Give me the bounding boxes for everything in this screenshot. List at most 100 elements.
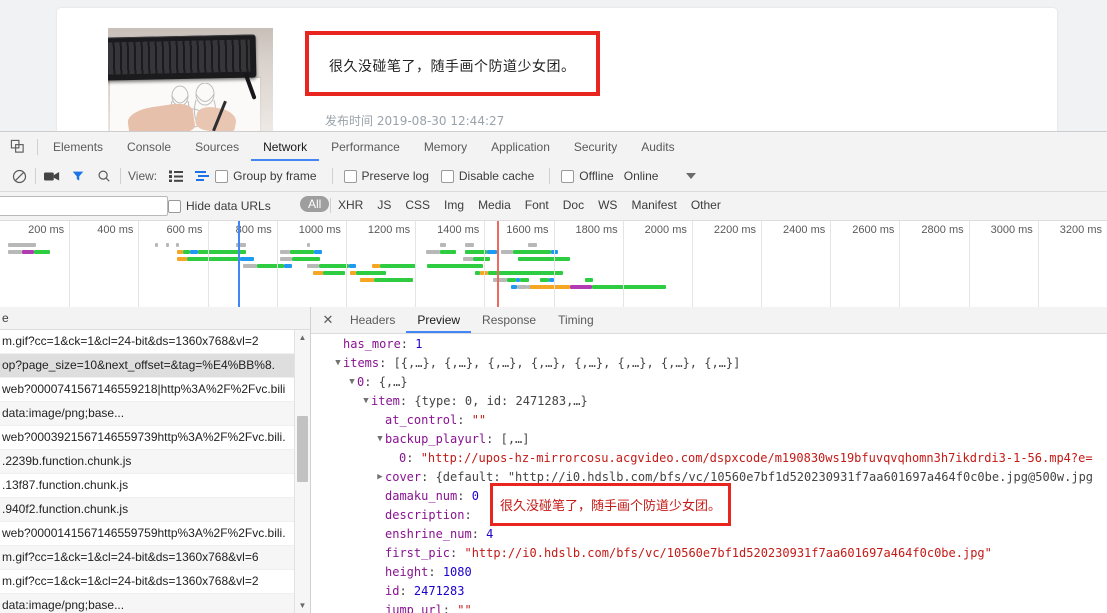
requests-name-column-header[interactable]: e [0, 307, 310, 330]
group-by-frame-checkbox[interactable] [215, 169, 229, 183]
request-row[interactable]: data:image/png;base... [0, 594, 310, 613]
tab-sources[interactable]: Sources [183, 133, 251, 161]
json-line[interactable]: description: [311, 506, 1107, 525]
preserve-log-control[interactable]: Preserve log [343, 169, 441, 183]
request-row[interactable]: op?page_size=10&next_offset=&tag=%E4%BB%… [0, 354, 310, 378]
request-row[interactable]: web?0000741567146559218|http%3A%2F%2Fvc.… [0, 378, 310, 402]
request-row[interactable]: .2239b.function.chunk.js [0, 450, 310, 474]
filter-type-ws[interactable]: WS [598, 198, 617, 212]
scroll-down-icon[interactable]: ▼ [295, 598, 310, 613]
waterfall-view-icon[interactable] [189, 164, 215, 188]
filter-input[interactable]: er [0, 196, 168, 216]
json-preview-tree[interactable]: has_more: 1 ▼ items: [{,…}, {,…}, {,…}, {,… [311, 335, 1107, 613]
request-row[interactable]: data:image/png;base... [0, 402, 310, 426]
filter-type-font[interactable]: Font [525, 198, 549, 212]
offline-checkbox[interactable] [561, 169, 575, 183]
request-row[interactable]: .13f87.function.chunk.js [0, 474, 310, 498]
inspect-element-icon[interactable] [0, 133, 34, 161]
load-event-line [497, 221, 499, 307]
preserve-log-label[interactable]: Preserve log [362, 169, 429, 183]
request-row[interactable]: m.gif?cc=1&ck=1&cl=24-bit&ds=1360x768&vl… [0, 570, 310, 594]
hide-data-urls-control[interactable]: Hide data URLs [168, 199, 283, 213]
requests-scrollbar[interactable]: ▲ ▼ [294, 330, 310, 613]
json-line[interactable]: jump_url: "" [311, 601, 1107, 613]
search-icon[interactable] [91, 164, 117, 188]
scroll-up-icon[interactable]: ▲ [295, 330, 310, 345]
tab-elements[interactable]: Elements [41, 133, 115, 161]
filter-type-media[interactable]: Media [478, 198, 511, 212]
tab-application[interactable]: Application [479, 133, 562, 161]
group-by-frame-label[interactable]: Group by frame [233, 169, 316, 183]
clear-icon[interactable] [6, 164, 32, 188]
expanded-triangle-icon[interactable]: ▼ [333, 354, 343, 373]
overview-request-bar [592, 285, 666, 289]
json-line[interactable]: height: 1080 [311, 563, 1107, 582]
json-line[interactable]: damaku_num: 0 [311, 487, 1107, 506]
detail-tab-timing[interactable]: Timing [547, 307, 605, 333]
detail-tab-preview[interactable]: Preview [406, 307, 471, 333]
json-separator: : [486, 432, 501, 446]
offline-label[interactable]: Offline [579, 169, 613, 183]
overview-request-bar [292, 257, 320, 261]
json-line[interactable]: id: 2471283 [311, 582, 1107, 601]
overview-tick-label: 2400 ms [783, 224, 826, 236]
filter-icon[interactable] [65, 164, 91, 188]
disable-cache-label[interactable]: Disable cache [459, 169, 534, 183]
json-line[interactable]: ▼ 0: {,…} [311, 373, 1107, 392]
video-thumbnail[interactable] [108, 28, 273, 131]
tab-security[interactable]: Security [562, 133, 629, 161]
filter-type-js[interactable]: JS [377, 198, 391, 212]
json-line[interactable]: at_control: "" [311, 411, 1107, 430]
record-icon[interactable] [39, 164, 65, 188]
hide-data-urls-label[interactable]: Hide data URLs [186, 199, 271, 213]
filter-all-pill[interactable]: All [300, 196, 330, 212]
json-line[interactable]: 0: "http://upos-hz-mirrorcosu.acgvideo.c… [311, 449, 1107, 468]
json-value: 4 [486, 527, 494, 541]
json-line[interactable]: ▼ items: [{,…}, {,…}, {,…}, {,…}, {,…}, {… [311, 354, 1107, 373]
filter-type-xhr[interactable]: XHR [338, 198, 363, 212]
list-view-icon[interactable] [163, 164, 189, 188]
overview-tick-label: 2000 ms [644, 224, 687, 236]
json-line[interactable]: first_pic: "http://i0.hdslb.com/bfs/vc/1… [311, 544, 1107, 563]
json-line[interactable]: ▼ item: {type: 0, id: 2471283,…} [311, 392, 1107, 411]
group-by-frame-control[interactable]: Group by frame [215, 169, 328, 183]
throttling-select[interactable]: Online [624, 169, 659, 183]
json-line[interactable]: ▶ cover: {default: "http://i0.hdslb.com/b… [311, 468, 1107, 487]
json-line[interactable]: enshrine_num: 4 [311, 525, 1107, 544]
json-line[interactable]: has_more: 1 [311, 335, 1107, 354]
scrollbar-thumb[interactable] [297, 416, 308, 482]
tab-network[interactable]: Network [251, 133, 319, 161]
overview-gridline [207, 221, 209, 307]
tab-memory[interactable]: Memory [412, 133, 479, 161]
detail-tab-headers[interactable]: Headers [339, 307, 406, 333]
request-row[interactable]: .940f2.function.chunk.js [0, 498, 310, 522]
disable-cache-checkbox[interactable] [440, 169, 454, 183]
request-row[interactable]: web?0003921567146559739http%3A%2F%2Fvc.b… [0, 426, 310, 450]
expanded-triangle-icon[interactable]: ▼ [347, 373, 357, 392]
tab-audits[interactable]: Audits [629, 133, 686, 161]
offline-control[interactable]: Offline [561, 169, 619, 183]
tab-performance[interactable]: Performance [319, 133, 412, 161]
chevron-down-icon[interactable] [686, 173, 697, 179]
preserve-log-checkbox[interactable] [343, 169, 357, 183]
filter-type-other[interactable]: Other [691, 198, 721, 212]
request-row[interactable]: m.gif?cc=1&ck=1&cl=24-bit&ds=1360x768&vl… [0, 330, 310, 354]
overview-tick-label: 1200 ms [367, 224, 411, 236]
network-overview-timeline[interactable]: 200 ms 400 ms 600 ms 800 ms 1000 ms 1200 ms 14… [0, 221, 1107, 308]
expanded-triangle-icon[interactable]: ▼ [361, 392, 371, 411]
request-row[interactable]: m.gif?cc=1&ck=1&cl=24-bit&ds=1360x768&vl… [0, 546, 310, 570]
tab-console[interactable]: Console [115, 133, 183, 161]
json-line[interactable]: ▼ backup_playurl: [,…] [311, 430, 1107, 449]
filter-type-css[interactable]: CSS [405, 198, 430, 212]
collapsed-triangle-icon[interactable]: ▶ [375, 468, 385, 487]
overview-request-bar [518, 271, 563, 275]
request-row[interactable]: web?0000141567146559759http%3A%2F%2Fvc.b… [0, 522, 310, 546]
filter-type-doc[interactable]: Doc [563, 198, 584, 212]
expanded-triangle-icon[interactable]: ▼ [375, 430, 385, 449]
filter-type-img[interactable]: Img [444, 198, 464, 212]
filter-type-manifest[interactable]: Manifest [631, 198, 676, 212]
detail-tab-response[interactable]: Response [471, 307, 547, 333]
disable-cache-control[interactable]: Disable cache [440, 169, 546, 183]
close-icon[interactable]: ✕ [317, 307, 339, 333]
hide-data-urls-checkbox[interactable] [168, 199, 181, 213]
